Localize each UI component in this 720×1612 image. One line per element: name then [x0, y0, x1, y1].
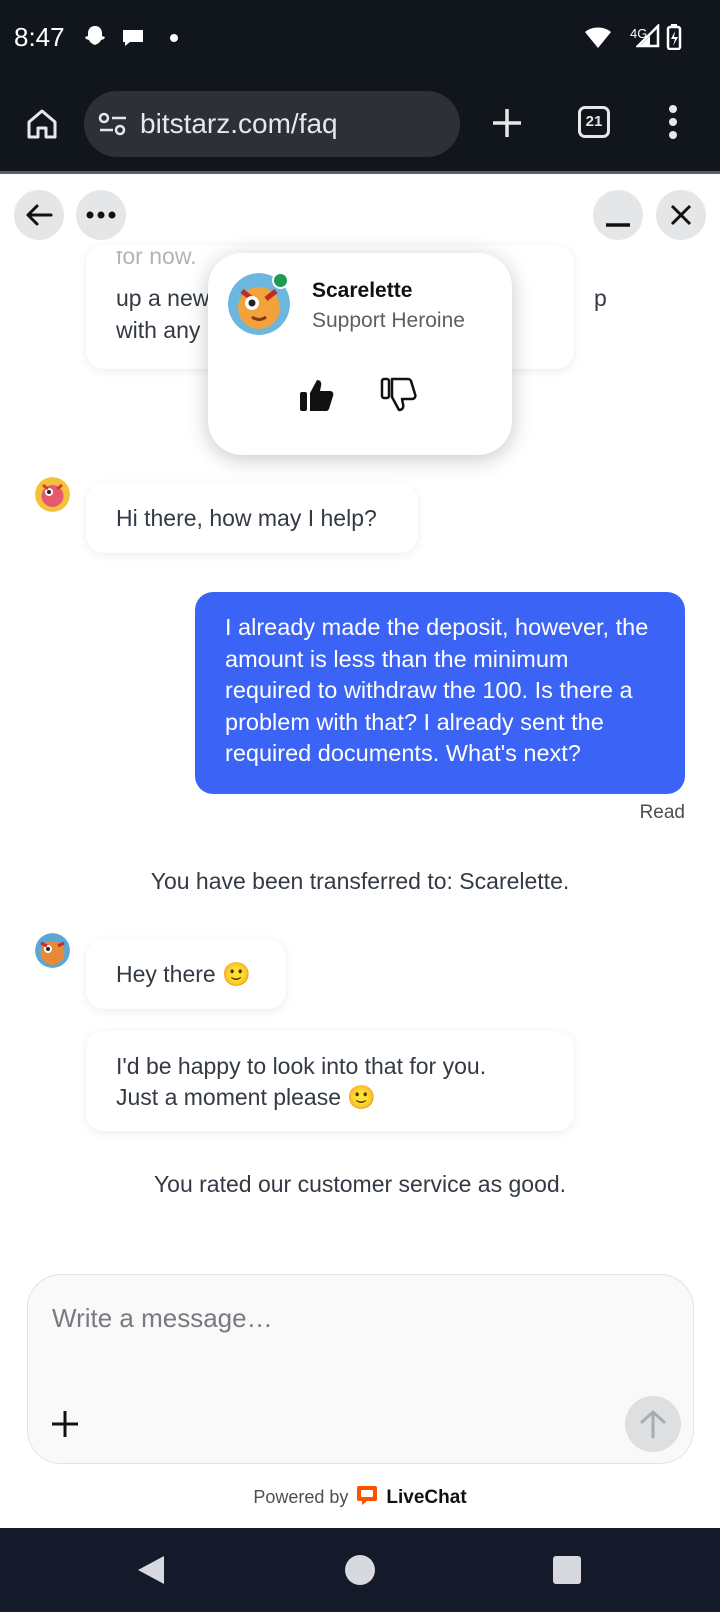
livechat-logo-icon	[356, 1484, 378, 1511]
more-horiz-icon	[86, 211, 116, 219]
agent-role: Support Heroine	[312, 309, 465, 332]
site-settings-icon[interactable]	[98, 112, 128, 141]
agent-message-bubble: I'd be happy to look into that for you. …	[86, 1031, 574, 1131]
more-vert-icon[interactable]	[668, 104, 678, 145]
message-text: Just a moment please 🙂	[116, 1084, 377, 1110]
nav-recents-icon[interactable]	[553, 1556, 581, 1589]
powered-by-text: Powered by	[253, 1487, 349, 1507]
agent-avatar	[35, 933, 70, 968]
partial-line: with any	[116, 317, 201, 343]
add-attachment-icon[interactable]	[50, 1409, 80, 1444]
chat-bubble-icon	[120, 24, 146, 55]
message-text: I'd be happy to look into that for you.	[116, 1053, 487, 1079]
agent-greeting-bubble: Hi there, how may I help?	[86, 483, 418, 553]
transfer-notice: You have been transferred to: Scarelette…	[150, 868, 570, 894]
close-button[interactable]	[656, 190, 706, 240]
partial-line: up a new	[116, 285, 210, 311]
status-bar: 8:47 4G	[0, 0, 720, 76]
browser-toolbar: bitstarz.com/faq 21	[0, 76, 720, 174]
tab-switcher-button[interactable]: 21	[578, 106, 610, 138]
partial-line: for now.	[116, 251, 197, 267]
agent-rating-card: Scarelette Support Heroine	[208, 253, 512, 455]
message-input-placeholder[interactable]: Write a message…	[52, 1303, 273, 1334]
thumbs-up-icon[interactable]	[298, 376, 336, 419]
battery-icon	[666, 24, 682, 55]
nav-back-icon[interactable]	[136, 1554, 166, 1591]
message-text: Hey there 🙂	[116, 961, 251, 987]
partial-line: p	[594, 285, 607, 311]
arrow-left-icon	[26, 204, 53, 226]
powered-by-footer: Powered by LiveChat	[0, 1484, 720, 1511]
read-receipt: Read	[639, 802, 685, 823]
home-icon[interactable]	[24, 106, 60, 147]
more-options-button[interactable]	[76, 190, 126, 240]
nav-home-icon[interactable]	[345, 1555, 375, 1590]
thumbs-down-icon[interactable]	[380, 376, 418, 419]
address-bar[interactable]: bitstarz.com/faq	[84, 91, 460, 157]
online-status-dot	[272, 272, 289, 289]
new-tab-icon[interactable]	[490, 106, 524, 145]
agent-name: Scarelette	[312, 279, 413, 302]
rating-notice: You rated our customer service as good.	[153, 1171, 567, 1197]
url-text: bitstarz.com/faq	[140, 108, 338, 139]
wifi-icon	[584, 24, 612, 55]
agent-message-bubble: Hey there 🙂	[86, 939, 286, 1009]
message-composer[interactable]: Write a message…	[27, 1274, 694, 1464]
message-text: I already made the deposit, however, the…	[225, 614, 649, 766]
livechat-brand[interactable]: LiveChat	[386, 1487, 466, 1509]
send-button[interactable]	[625, 1396, 681, 1452]
minimize-button[interactable]	[593, 190, 643, 240]
snapchat-icon	[82, 24, 108, 55]
message-text: Hi there, how may I help?	[116, 505, 377, 531]
arrow-up-icon	[640, 1410, 666, 1439]
user-message-bubble: I already made the deposit, however, the…	[195, 592, 685, 794]
signal-icon	[634, 22, 660, 53]
status-time: 8:47	[14, 22, 65, 52]
notification-dot-icon	[170, 34, 178, 42]
back-button[interactable]	[14, 190, 64, 240]
minimize-icon	[606, 223, 630, 227]
system-navigation-bar	[0, 1528, 720, 1612]
agent-avatar	[35, 477, 70, 512]
close-icon	[670, 204, 692, 226]
